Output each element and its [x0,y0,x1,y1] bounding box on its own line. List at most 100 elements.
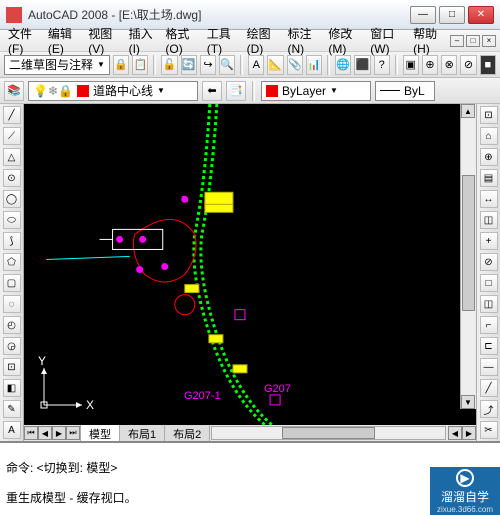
tab-next[interactable]: ▶ [52,426,66,440]
break-icon[interactable]: ⊏ [480,337,498,355]
ucs-y-label: Y [38,354,46,368]
tab-layout1[interactable]: 布局1 [119,424,165,443]
polyline-icon[interactable]: △ [3,148,21,166]
linetype-dropdown[interactable]: ByL [375,81,435,101]
menu-file[interactable]: 文件(F) [4,23,42,58]
tool-props-icon[interactable]: ▣ [403,55,419,75]
rotate-icon[interactable]: + [480,232,498,250]
donut-icon[interactable]: ◴ [3,316,21,334]
circle-icon[interactable]: ◯ [3,190,21,208]
block-icon[interactable]: ⊡ [3,358,21,376]
scroll-down-icon[interactable]: ▼ [461,395,475,409]
tool-web-icon[interactable]: 🌐 [335,55,351,75]
trim-icon[interactable]: ◫ [480,295,498,313]
xline-icon[interactable]: ⟋ [3,127,21,145]
tool-unlock-icon[interactable]: 🔓 [161,55,177,75]
tool-fill-icon[interactable]: ■ [480,55,496,75]
maximize-button[interactable]: □ [439,6,465,24]
explode-icon[interactable]: ✂ [480,421,498,439]
revcloud-icon[interactable]: ◌ [3,295,21,313]
tool-zoom-icon[interactable]: 🔍 [219,55,235,75]
toolbar-layers: 📚 💡❄🔒 道路中心线 ▼ ⬅ 📑 ByLayer ▼ ByL [0,78,500,104]
app-icon [6,7,22,23]
color-dropdown[interactable]: ByLayer ▼ [261,81,371,101]
menu-window[interactable]: 窗口(W) [366,23,407,58]
hscroll-track[interactable] [211,426,446,440]
menu-edit[interactable]: 编辑(E) [44,23,82,58]
layer-dropdown[interactable]: 💡❄🔒 道路中心线 ▼ [28,81,198,101]
hscroll-right[interactable]: ▶ [462,426,476,440]
chevron-down-icon: ▼ [330,86,338,95]
tool-lock-icon[interactable]: 🔒 [113,55,129,75]
tool-block-icon[interactable]: ⬛ [354,55,370,75]
fillet-icon[interactable]: ⤴ [480,400,498,418]
array-icon[interactable]: ◫ [480,211,498,229]
layer-tool-icon[interactable]: 📑 [226,81,246,101]
arc-icon[interactable]: ⟆ [3,232,21,250]
mdi-minimize[interactable]: – [450,35,464,47]
tool-text-icon[interactable]: A [248,55,264,75]
model-viewport[interactable]: G207-1 G207 X Y ▲ ▼ [24,104,476,425]
menu-insert[interactable]: 插入(I) [125,23,160,58]
copy-icon[interactable]: ⌂ [480,127,498,145]
tool-copy-icon[interactable]: 📋 [132,55,148,75]
hscroll-thumb[interactable] [282,427,375,439]
polygon-icon[interactable]: ⊙ [3,169,21,187]
minimize-button[interactable]: — [410,6,436,24]
move-icon[interactable]: ↔ [480,190,498,208]
scale-icon[interactable]: ⊘ [480,253,498,271]
text-icon[interactable]: A [3,421,21,439]
ellipse-icon[interactable]: ⬭ [3,211,21,229]
menu-draw[interactable]: 绘图(D) [243,23,282,58]
tool-redo-icon[interactable]: ↪ [200,55,216,75]
layer-prev-icon[interactable]: ⬅ [202,81,222,101]
scroll-thumb[interactable] [462,175,475,312]
layer-manager-icon[interactable]: 📚 [4,81,24,101]
point-icon[interactable]: ◶ [3,337,21,355]
hatch-icon[interactable]: ◧ [3,379,21,397]
command-panel[interactable]: 命令: <切换到: 模型> 重生成模型 - 缓存视口。 命令: 命令: 扫描被 … [0,441,500,515]
viewport-wrap: G207-1 G207 X Y ▲ ▼ ⏮ ◀ ▶ ⏭ [24,104,476,441]
line-icon[interactable]: ╱ [3,106,21,124]
tab-model[interactable]: 模型 [80,424,120,443]
join-icon[interactable]: — [480,358,498,376]
tab-prev[interactable]: ◀ [38,426,52,440]
tool-help-icon[interactable]: ? [374,55,390,75]
tool-refresh-icon[interactable]: 🔄 [181,55,197,75]
vertical-scrollbar[interactable]: ▲ ▼ [460,104,476,409]
hscroll-left[interactable]: ◀ [448,426,462,440]
extend-icon[interactable]: ⌐ [480,316,498,334]
mdi-maximize[interactable]: □ [466,35,480,47]
menu-dim[interactable]: 标注(N) [284,23,323,58]
mdi-close[interactable]: × [482,35,496,47]
tool-table-icon[interactable]: 📊 [306,55,322,75]
tool-remove-icon[interactable]: ⊗ [441,55,457,75]
close-button[interactable]: ✕ [468,6,494,24]
label-g207-1: G207-1 [184,390,221,402]
workspace-dropdown[interactable]: 二维草图与注释 ▼ [4,55,110,75]
menu-format[interactable]: 格式(O) [161,23,200,58]
tool-dim-icon[interactable]: 📐 [267,55,283,75]
stretch-icon[interactable]: □ [480,274,498,292]
tab-layout2[interactable]: 布局2 [164,424,210,443]
tab-last[interactable]: ⏭ [66,426,80,440]
tool-add-icon[interactable]: ⊕ [422,55,438,75]
menu-tools[interactable]: 工具(T) [203,23,241,58]
offset-icon[interactable]: ▤ [480,169,498,187]
tab-first[interactable]: ⏮ [24,426,38,440]
mtext-icon[interactable]: ✎ [3,400,21,418]
rect-icon[interactable]: ▢ [3,274,21,292]
scroll-up-icon[interactable]: ▲ [461,104,475,118]
tool-cancel-icon[interactable]: ⊘ [460,55,476,75]
tool-attach-icon[interactable]: 📎 [287,55,303,75]
chamfer-icon[interactable]: ╱ [480,379,498,397]
erase-icon[interactable]: ⊡ [480,106,498,124]
toolbar-standard: 二维草图与注释 ▼ 🔒 📋 🔓 🔄 ↪ 🔍 A 📐 📎 📊 🌐 ⬛ ? ▣ ⊕ … [0,52,500,78]
mirror-icon[interactable]: ⊕ [480,148,498,166]
menu-modify[interactable]: 修改(M) [324,23,364,58]
ucs-icon: X Y [34,360,94,415]
menu-help[interactable]: 帮助(H) [409,23,448,58]
spline-icon[interactable]: ⬠ [3,253,21,271]
menu-view[interactable]: 视图(V) [84,23,122,58]
draw-toolbar: ╱ ⟋ △ ⊙ ◯ ⬭ ⟆ ⬠ ▢ ◌ ◴ ◶ ⊡ ◧ ✎ A [0,104,24,441]
